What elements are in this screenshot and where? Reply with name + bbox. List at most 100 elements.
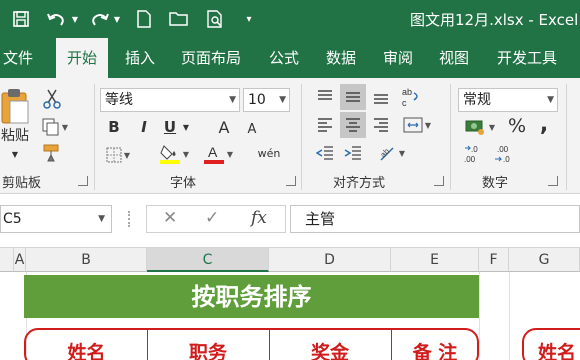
align-top-icon[interactable] xyxy=(314,86,336,108)
paste-button[interactable]: 粘贴 xyxy=(0,126,30,144)
phonetic-guide-icon[interactable]: wén xyxy=(248,140,290,166)
column-header-g[interactable]: G xyxy=(509,248,580,272)
tab-home[interactable]: 开始 xyxy=(56,38,108,80)
formula-buttons: ✕ ✓ fx xyxy=(146,205,286,233)
number-format-value: 常规 xyxy=(463,92,491,108)
cut-icon[interactable] xyxy=(40,88,64,110)
svg-text:A: A xyxy=(208,144,218,160)
font-color-icon[interactable]: A ▼ xyxy=(198,142,238,166)
grow-font-button[interactable]: A xyxy=(214,116,234,138)
bold-button[interactable]: B xyxy=(104,116,124,138)
ribbon: 粘贴 ▼ ▼ 剪贴板 等线 ▼ 10 ▼ B I U ▼ A A ▼ ▼ A ▼ wé… xyxy=(0,78,580,194)
alignment-group-label: 对齐方式 xyxy=(333,176,386,191)
header-cell-bonus[interactable]: 奖金 xyxy=(269,338,391,360)
font-name-value: 等线 xyxy=(105,92,133,108)
new-document-icon[interactable] xyxy=(132,7,156,31)
sheet-title-banner[interactable]: 按职务排序 xyxy=(24,275,479,318)
font-size-value: 10 xyxy=(248,92,266,108)
undo-icon[interactable] xyxy=(42,7,70,31)
decrease-indent-icon[interactable] xyxy=(314,142,336,164)
redo-icon[interactable] xyxy=(86,7,114,31)
tab-file[interactable]: 文件 xyxy=(0,38,36,78)
column-header-b[interactable]: B xyxy=(26,248,147,272)
fill-color-icon[interactable]: ▼ xyxy=(154,142,194,166)
column-header-d[interactable]: D xyxy=(269,248,391,272)
formula-bar: C5 ▼ ✕ ✓ fx 主管 xyxy=(0,194,580,248)
header-cell-position[interactable]: 职务 xyxy=(147,338,269,360)
tab-review[interactable]: 审阅 xyxy=(378,38,418,78)
undo-dropdown-icon[interactable]: ▼ xyxy=(70,7,80,31)
chevron-down-icon: ▼ xyxy=(547,95,554,105)
group-separator xyxy=(301,84,302,190)
redo-dropdown-icon[interactable]: ▼ xyxy=(112,7,122,31)
tab-page-layout[interactable]: 页面布局 xyxy=(178,38,244,78)
name-box[interactable]: C5 ▼ xyxy=(0,205,112,233)
percent-style-button[interactable]: % xyxy=(506,114,528,138)
font-name-select[interactable]: 等线 ▼ xyxy=(100,88,240,112)
formula-bar-splitter[interactable] xyxy=(128,211,132,227)
font-launcher-icon[interactable] xyxy=(286,176,296,186)
underline-dropdown-icon[interactable]: ▼ xyxy=(180,116,192,138)
svg-text:ab: ab xyxy=(402,87,412,97)
shrink-font-button[interactable]: A xyxy=(242,118,262,140)
column-header-f[interactable]: F xyxy=(479,248,509,272)
italic-button[interactable]: I xyxy=(134,116,154,138)
tab-insert[interactable]: 插入 xyxy=(120,38,160,78)
name-box-value: C5 xyxy=(3,211,22,227)
clipboard-launcher-icon[interactable] xyxy=(78,176,88,186)
comma-style-button[interactable]: , xyxy=(536,112,552,137)
svg-text:ab: ab xyxy=(379,146,392,159)
wrap-text-icon[interactable]: ab c xyxy=(398,84,424,110)
tab-view[interactable]: 视图 xyxy=(434,38,474,78)
number-group-label: 数字 xyxy=(482,176,509,191)
align-middle-icon[interactable] xyxy=(340,84,366,110)
accounting-format-icon[interactable]: ▼ xyxy=(460,116,500,138)
number-format-select[interactable]: 常规 ▼ xyxy=(458,88,558,112)
insert-function-button[interactable]: fx xyxy=(251,208,267,228)
paste-icon[interactable] xyxy=(0,86,30,126)
phonetic-label: wén xyxy=(257,146,281,160)
align-left-icon[interactable] xyxy=(314,114,336,136)
number-launcher-icon[interactable] xyxy=(548,176,558,186)
cancel-icon[interactable]: ✕ xyxy=(163,208,177,228)
increase-indent-icon[interactable] xyxy=(342,142,364,164)
tab-data[interactable]: 数据 xyxy=(321,38,361,78)
formula-input[interactable]: 主管 xyxy=(290,205,580,233)
orientation-icon[interactable]: ab ▼ xyxy=(372,142,412,164)
column-header-e[interactable]: E xyxy=(391,248,479,272)
open-folder-icon[interactable] xyxy=(166,7,192,31)
gridline xyxy=(509,272,510,360)
excel-window: ▼ ▼ ▾ 图文用12月.xlsx - Excel 文件 开始 插入 页面布局 … xyxy=(0,0,580,360)
customize-qat-icon[interactable]: ▾ xyxy=(242,7,256,31)
group-separator xyxy=(566,84,567,190)
svg-text:.00: .00 xyxy=(464,155,476,164)
format-painter-icon[interactable] xyxy=(40,142,64,164)
font-size-select[interactable]: 10 ▼ xyxy=(243,88,290,112)
align-center-icon[interactable] xyxy=(340,112,366,138)
tab-formulas[interactable]: 公式 xyxy=(264,38,304,78)
align-right-icon[interactable] xyxy=(370,114,392,136)
alignment-launcher-icon[interactable] xyxy=(434,176,444,186)
column-header-c[interactable]: C xyxy=(147,248,269,272)
borders-icon[interactable]: ▼ xyxy=(100,144,136,166)
chevron-down-icon: ▼ xyxy=(98,214,105,224)
paste-dropdown-icon[interactable]: ▼ xyxy=(10,148,20,160)
print-preview-icon[interactable] xyxy=(204,7,228,31)
copy-icon[interactable]: ▼ xyxy=(38,116,72,138)
merge-center-icon[interactable]: ▼ xyxy=(398,114,436,136)
group-separator xyxy=(94,84,95,190)
select-all-corner[interactable] xyxy=(0,248,14,272)
decrease-decimal-icon[interactable]: .00.0 xyxy=(492,142,520,166)
group-separator xyxy=(450,84,451,190)
underline-button[interactable]: U xyxy=(160,116,180,138)
second-header-cell[interactable]: 姓名 xyxy=(538,338,580,360)
tab-developer[interactable]: 开发工具 xyxy=(492,38,562,78)
svg-text:c: c xyxy=(402,98,407,108)
header-cell-notes[interactable]: 备 注 xyxy=(391,338,479,360)
increase-decimal-icon[interactable]: .0.00 xyxy=(462,142,490,166)
save-icon[interactable] xyxy=(8,7,34,31)
align-bottom-icon[interactable] xyxy=(370,86,392,108)
header-cell-name[interactable]: 姓名 xyxy=(26,338,147,360)
enter-icon[interactable]: ✓ xyxy=(205,208,219,228)
column-header-a[interactable]: A xyxy=(14,248,26,272)
